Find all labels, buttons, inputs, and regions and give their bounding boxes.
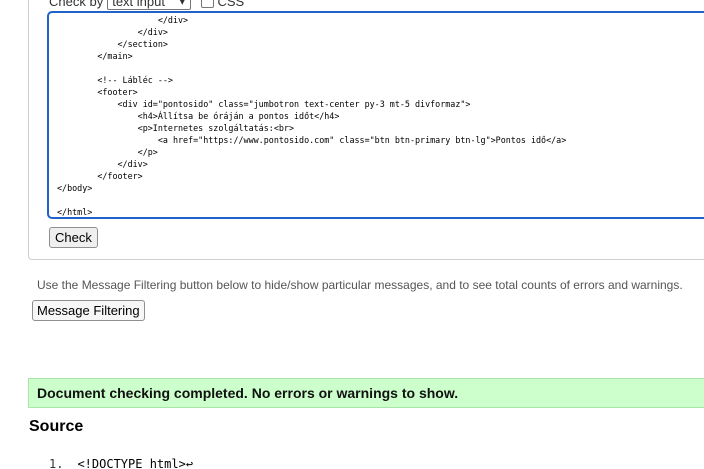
code-line: <p>Internetes szolgáltatás:<br>: [57, 123, 294, 133]
success-message: Document checking completed. No errors o…: [28, 378, 704, 408]
source-textarea[interactable]: </div> </div> </section> </main> <!-- Lá…: [47, 11, 704, 219]
source-heading: Source: [29, 418, 84, 435]
validator-page: Check by text input ▾ CSS </div> </div> …: [0, 0, 704, 469]
css-checkbox[interactable]: [200, 0, 214, 8]
code-line: </div>: [57, 15, 189, 25]
code-line: </body>: [57, 183, 93, 193]
code-line: </div>: [57, 27, 168, 37]
check-by-row: Check by text input ▾ CSS: [49, 0, 244, 10]
code-line: </div>: [57, 159, 148, 169]
code-line: </footer>: [57, 171, 143, 181]
code-line: </html>: [57, 207, 93, 217]
code-line: </p>: [57, 147, 158, 157]
chevron-down-icon: ▾: [178, 0, 186, 8]
code-line: </section>: [57, 39, 168, 49]
code-line: </main>: [57, 51, 133, 61]
code-line: <footer>: [57, 87, 138, 97]
code-line: <!-- Lábléc -->: [57, 75, 173, 85]
code-line: <div id="pontosido" class="jumbotron tex…: [57, 99, 471, 109]
line-code: <!DOCTYPE html>↩: [77, 457, 194, 469]
css-label: CSS: [217, 0, 245, 9]
check-button[interactable]: Check: [49, 227, 98, 248]
line-number: 1.: [49, 457, 64, 469]
source-line: 1. <!DOCTYPE html>↩: [49, 457, 193, 469]
check-by-select[interactable]: text input ▾: [107, 0, 191, 10]
message-filtering-button[interactable]: Message Filtering: [32, 300, 145, 321]
source-code: </div> </div> </section> </main> <!-- Lá…: [49, 14, 704, 217]
filtering-hint: Use the Message Filtering button below t…: [37, 278, 683, 292]
check-by-label: Check by: [49, 0, 104, 9]
code-line: <a href="https://www.pontosido.com" clas…: [57, 135, 567, 145]
check-by-value: text input: [112, 0, 165, 9]
code-line: <h4>Állítsa be óráján a pontos időt</h4>: [57, 111, 340, 121]
